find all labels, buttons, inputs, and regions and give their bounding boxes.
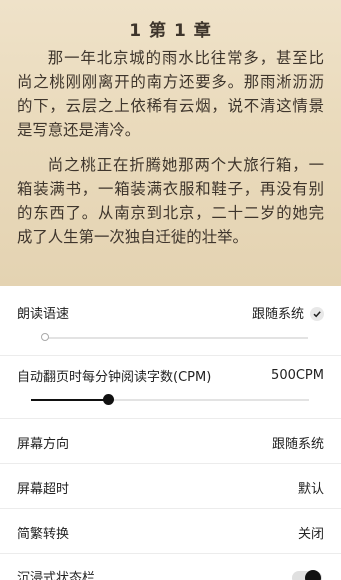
chapter-title: 1 第 1 章 — [129, 21, 212, 41]
orientation-row[interactable]: 屏幕方向 跟随系统 — [0, 433, 341, 452]
divider — [0, 418, 341, 419]
auto-page-row: 自动翻页时每分钟阅读字数(CPM) 500CPM — [0, 366, 341, 385]
speech-speed-slider-track[interactable] — [45, 337, 308, 339]
timeout-value: 默认 — [297, 482, 324, 497]
immersive-toggle[interactable] — [292, 570, 322, 580]
auto-page-label: 自动翻页时每分钟阅读字数(CPM) — [17, 370, 212, 385]
timeout-row[interactable]: 屏幕超时 默认 — [0, 478, 341, 497]
immersive-row[interactable]: 沉浸式状态栏 — [0, 567, 341, 580]
divider — [0, 355, 341, 356]
settings-panel: 朗读语速 跟随系统 自动翻页时每分钟阅读字数(CPM) 500CPM 屏幕方向 … — [0, 286, 341, 580]
speech-speed-value: 跟随系统 — [251, 307, 304, 322]
paragraph: 尚之桃正在折腾她那两个大旅行箱，一箱装满书，一箱装满衣服和鞋子，再没有别的东西了… — [17, 156, 324, 246]
divider — [0, 553, 341, 554]
speech-speed-label: 朗读语速 — [17, 307, 70, 322]
divider — [0, 508, 341, 509]
speech-speed-slider-thumb[interactable] — [41, 333, 49, 341]
simp-trad-value: 关闭 — [297, 527, 324, 542]
divider — [0, 463, 341, 464]
orientation-value: 跟随系统 — [271, 437, 324, 452]
simp-trad-label: 简繁转换 — [17, 527, 70, 542]
simp-trad-row[interactable]: 简繁转换 关闭 — [0, 523, 341, 542]
auto-page-value: 500CPM — [271, 368, 324, 383]
cpm-slider-thumb[interactable] — [103, 394, 115, 405]
cpm-slider-fill — [31, 399, 109, 401]
timeout-label: 屏幕超时 — [17, 482, 70, 497]
paragraph: 那一年北京城的雨水比往常多，甚至比尚之桃刚刚离开的南方还要多。那雨淅沥沥的下，云… — [17, 49, 324, 139]
orientation-label: 屏幕方向 — [17, 437, 70, 452]
speech-speed-row[interactable]: 朗读语速 跟随系统 — [0, 303, 341, 322]
reader-page[interactable]: 1 第 1 章 那一年北京城的雨水比往常多，甚至比尚之桃刚刚离开的南方还要多。那… — [0, 0, 341, 286]
toggle-knob — [305, 570, 321, 580]
check-icon[interactable] — [310, 306, 324, 321]
immersive-label: 沉浸式状态栏 — [17, 571, 96, 580]
